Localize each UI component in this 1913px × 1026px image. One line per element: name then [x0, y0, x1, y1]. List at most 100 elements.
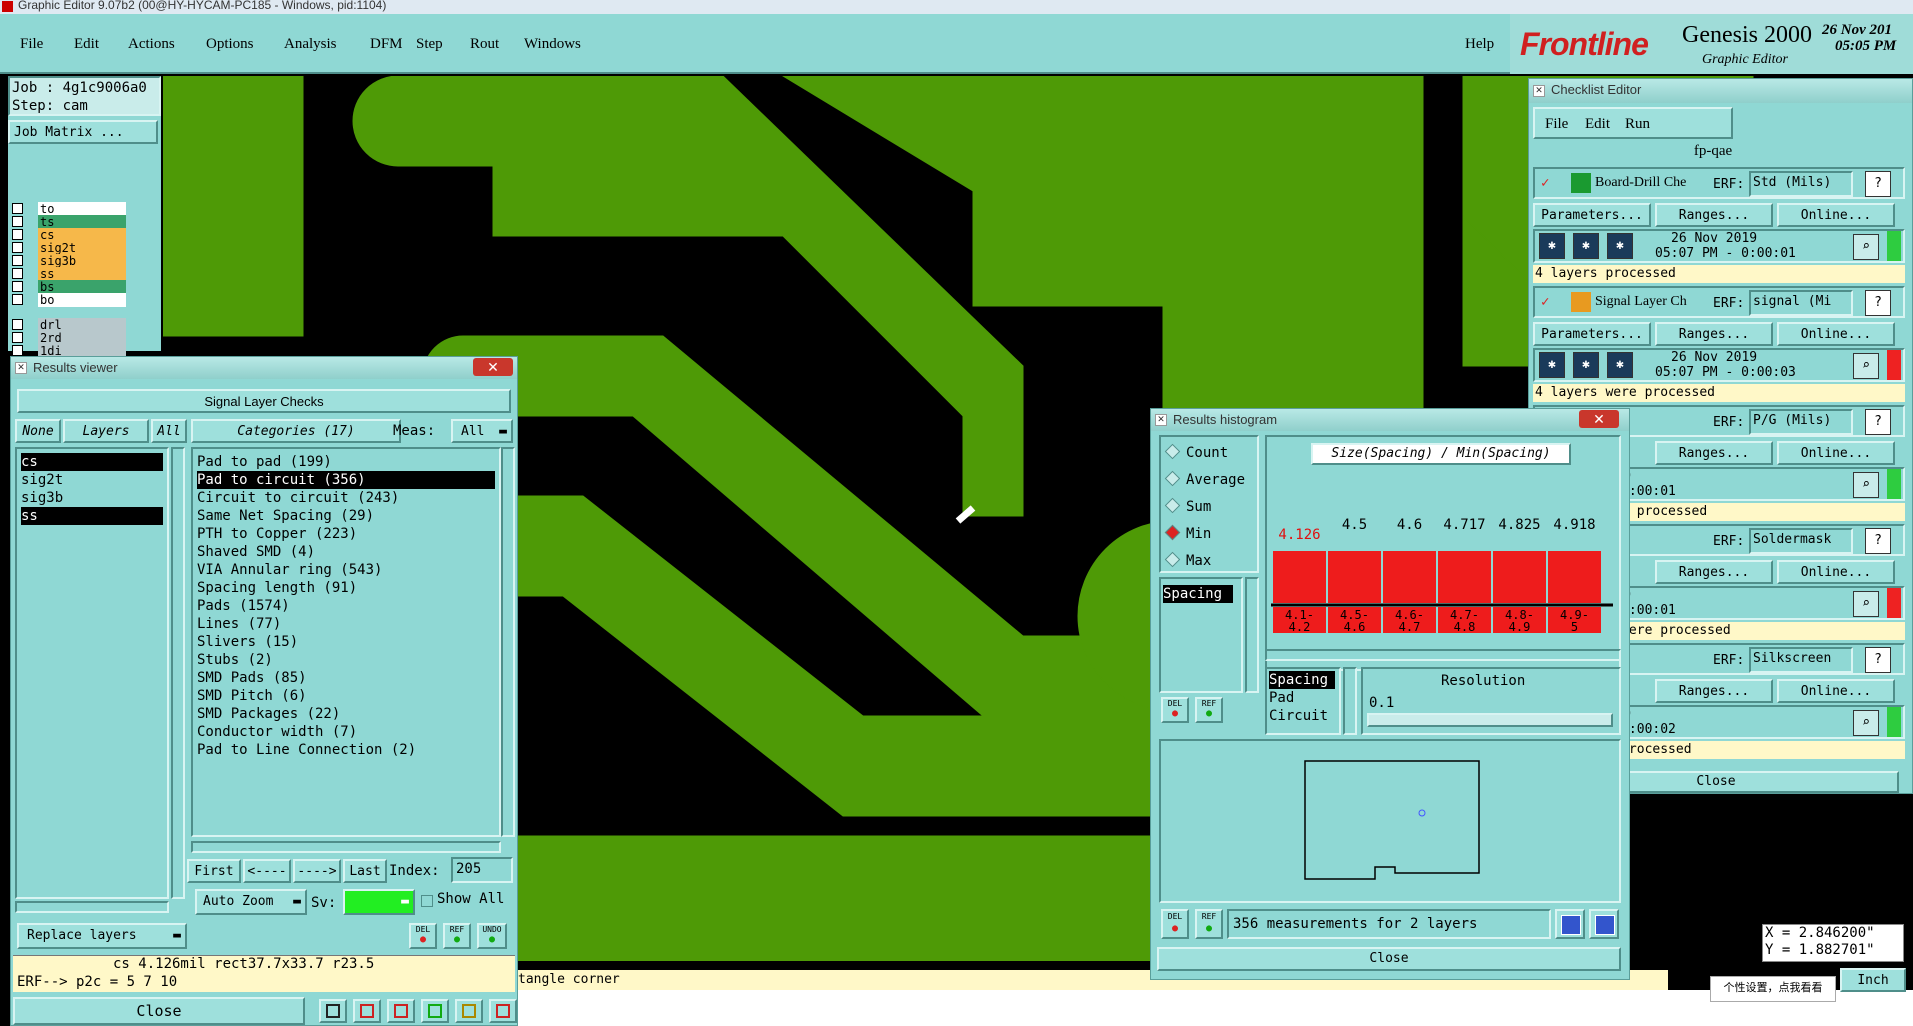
units-dropdown[interactable]: Inch — [1840, 968, 1906, 992]
close-icon[interactable]: ✕ — [1579, 410, 1619, 428]
layer-list-scrollbar[interactable] — [171, 447, 185, 899]
menu-item-windows[interactable]: Windows — [524, 36, 581, 53]
online-button[interactable]: Online... — [1777, 203, 1895, 227]
run-icon[interactable]: ✱ — [1539, 233, 1565, 259]
layer-list-hscroll[interactable] — [15, 901, 169, 913]
category-item[interactable]: Spacing length (91) — [197, 579, 495, 597]
option-count[interactable]: Count — [1164, 443, 1228, 465]
layer-row-bo[interactable]: bo — [10, 293, 130, 308]
menu-item-step[interactable]: Step — [416, 36, 443, 53]
radio-icon[interactable] — [1164, 551, 1181, 568]
layer-checkbox[interactable] — [12, 242, 23, 253]
result-layer-item[interactable]: ss — [21, 507, 163, 525]
checklist-titlebar[interactable]: ✕ Checklist Editor — [1529, 79, 1912, 103]
histogram-titlebar[interactable]: ✕ Results histogram ✕ — [1151, 409, 1629, 431]
auto-zoom-dropdown[interactable]: Auto Zoom ▬ — [195, 889, 307, 915]
prev-button[interactable]: <---- — [243, 859, 291, 883]
run-icon[interactable]: ✱ — [1539, 352, 1565, 378]
ranges-button[interactable]: Ranges... — [1655, 441, 1773, 465]
menu-item-analysis[interactable]: Analysis — [284, 36, 337, 53]
meas-dropdown[interactable]: All ▬ — [451, 419, 513, 443]
close-icon[interactable]: ✕ — [473, 358, 513, 376]
histogram-bar[interactable] — [1548, 551, 1601, 603]
parameters-button[interactable]: Parameters... — [1533, 203, 1651, 227]
hist-bottom-del-button[interactable]: DEL ● — [1161, 909, 1189, 939]
resolution-slider[interactable] — [1367, 713, 1613, 727]
histogram-button[interactable] — [489, 999, 517, 1023]
checklist-menu-edit[interactable]: Edit — [1585, 113, 1610, 135]
zoom-results-icon[interactable]: ⌕ — [1853, 472, 1879, 498]
category-item[interactable]: Pad to pad (199) — [197, 453, 495, 471]
category-item[interactable]: Pad to Line Connection (2) — [197, 741, 495, 759]
category-item[interactable]: PTH to Copper (223) — [197, 525, 495, 543]
menu-help[interactable]: Help — [1465, 36, 1494, 53]
menu-item-options[interactable]: Options — [206, 36, 254, 53]
histogram-bar[interactable] — [1328, 551, 1381, 603]
help-icon[interactable]: ? — [1865, 647, 1891, 673]
last-button[interactable]: Last — [343, 859, 387, 883]
layer-checkbox[interactable] — [12, 294, 23, 305]
menu-item-edit[interactable]: Edit — [74, 36, 99, 53]
histogram-bar[interactable] — [1273, 551, 1326, 603]
layer-checkbox[interactable] — [12, 203, 23, 214]
run-all-icon[interactable]: ✱ — [1573, 352, 1599, 378]
category-item[interactable]: Pad to circuit (356) — [197, 471, 495, 489]
categories-scrollbar[interactable] — [501, 447, 515, 837]
undo-button[interactable]: UNDO ● — [477, 923, 507, 949]
show-all-checkbox[interactable] — [421, 895, 433, 907]
hist-bottom-ref-button[interactable]: REF ● — [1195, 909, 1223, 939]
help-icon[interactable]: ? — [1865, 290, 1891, 316]
erf-dropdown[interactable]: Soldermask — [1749, 528, 1853, 554]
parameters-button[interactable]: Parameters... — [1533, 322, 1651, 346]
index-input[interactable]: 205 — [451, 857, 513, 883]
categories-button[interactable]: Categories (17) — [191, 419, 401, 443]
sv-color-dropdown[interactable]: ▬ — [343, 889, 415, 915]
option-min[interactable]: Min — [1164, 524, 1211, 546]
layer-checkbox[interactable] — [12, 332, 23, 343]
export-chart-button[interactable] — [1555, 909, 1585, 939]
category-item[interactable]: Circuit to circuit (243) — [197, 489, 495, 507]
option-max[interactable]: Max — [1164, 551, 1211, 573]
histogram-measure-list[interactable]: Spacing — [1159, 577, 1243, 693]
del-button[interactable]: DEL ● — [409, 923, 437, 949]
category-item[interactable]: Same Net Spacing (29) — [197, 507, 495, 525]
measure-button[interactable] — [421, 999, 449, 1023]
option-sum[interactable]: Sum — [1164, 497, 1211, 519]
filter-button[interactable] — [387, 999, 415, 1023]
radio-icon[interactable] — [1164, 443, 1181, 460]
category-item[interactable]: Shaved SMD (4) — [197, 543, 495, 561]
zoom-results-icon[interactable]: ⌕ — [1853, 353, 1879, 379]
replace-layers-dropdown[interactable]: Replace layers ▬ — [17, 923, 187, 949]
category-item[interactable]: Stubs (2) — [197, 651, 495, 669]
ranges-button[interactable]: Ranges... — [1655, 560, 1773, 584]
result-layer-item[interactable]: sig3b — [21, 489, 163, 507]
category-item[interactable]: VIA Annular ring (543) — [197, 561, 495, 579]
rv-close-button[interactable]: Close — [13, 997, 305, 1025]
stop-icon[interactable]: ✱ — [1607, 352, 1633, 378]
histogram-measure-scrollbar[interactable] — [1245, 577, 1259, 693]
first-button[interactable]: First — [187, 859, 241, 883]
erf-dropdown[interactable]: signal (Mi — [1749, 290, 1853, 316]
histogram-bar[interactable] — [1493, 551, 1546, 603]
chart-hscroll[interactable] — [1265, 649, 1621, 661]
option-average[interactable]: Average — [1164, 470, 1245, 492]
results-viewer-titlebar[interactable]: ✕ Results viewer ✕ — [11, 357, 517, 379]
ranges-button[interactable]: Ranges... — [1655, 203, 1773, 227]
group-item[interactable]: Spacing — [1269, 671, 1335, 689]
erf-dropdown[interactable]: P/G (Mils) — [1749, 409, 1853, 435]
category-item[interactable]: Pads (1574) — [197, 597, 495, 615]
zoom-results-icon[interactable]: ⌕ — [1853, 234, 1879, 260]
erf-dropdown[interactable]: Std (Mils) — [1749, 171, 1853, 197]
online-button[interactable]: Online... — [1777, 560, 1895, 584]
hist-close-button[interactable]: Close — [1157, 947, 1621, 971]
checklist-menu-file[interactable]: File — [1545, 113, 1568, 135]
menu-item-dfm[interactable]: DFM — [370, 36, 403, 53]
result-layer-item[interactable]: cs — [21, 453, 163, 471]
layer-checkbox[interactable] — [12, 229, 23, 240]
hist-del-button[interactable]: DEL ● — [1161, 697, 1189, 723]
ref-button[interactable]: REF ● — [443, 923, 471, 949]
job-matrix-button[interactable]: Job Matrix ... — [8, 120, 158, 144]
bar-chart-button[interactable] — [319, 999, 347, 1023]
category-item[interactable]: SMD Pitch (6) — [197, 687, 495, 705]
all-button[interactable]: All — [151, 419, 187, 443]
